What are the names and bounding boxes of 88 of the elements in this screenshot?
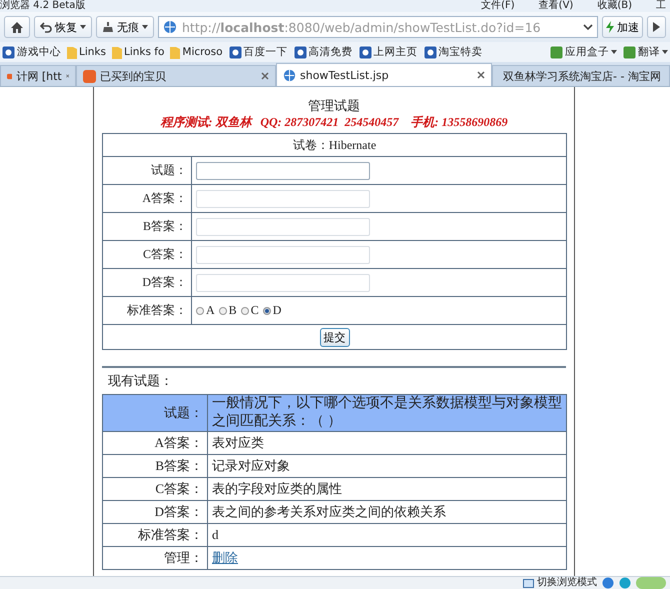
site-icon	[424, 46, 437, 58]
table-cell: 记录对应对象	[208, 454, 566, 478]
radio-option[interactable]: D	[262, 303, 282, 318]
radio-icon[interactable]	[196, 306, 204, 314]
caret-icon	[142, 25, 148, 29]
contact-notice: 程序测试: 双鱼林 QQ: 287307421 254540457 手机: 13558690869	[159, 114, 509, 130]
field-label: 标准答案：	[102, 296, 192, 324]
list-heading: 现有试题：	[108, 372, 174, 390]
private-button[interactable]: 无痕	[96, 16, 154, 38]
bookmark-link[interactable]: 游戏中心	[2, 45, 61, 59]
lightning-icon	[606, 21, 614, 33]
play-arrow-icon	[653, 22, 660, 32]
bookmark-menu[interactable]: 翻译	[623, 45, 668, 59]
globe-icon[interactable]	[619, 577, 631, 589]
dropdown-caret-icon	[583, 24, 593, 30]
undo-arrow-icon	[40, 22, 52, 32]
bookmark-link[interactable]: 高清免费	[294, 45, 353, 59]
page-globe-icon	[163, 20, 177, 34]
browser-tab[interactable]: 已买到的宝贝	[76, 65, 276, 86]
table-cell: 表对应类	[208, 432, 566, 454]
close-icon[interactable]	[477, 71, 485, 79]
caret-icon	[80, 25, 86, 29]
folder-icon	[67, 46, 77, 58]
field-label: A答案：	[102, 184, 192, 212]
browse-mode-toggle[interactable]: 切换浏览模式	[523, 577, 597, 589]
table-cell: C答案：	[102, 478, 208, 500]
caret-icon	[662, 50, 668, 54]
radio-icon[interactable]	[218, 306, 227, 314]
radio-icon[interactable]	[262, 306, 271, 314]
table-cell: D答案：	[102, 500, 208, 524]
site-icon	[358, 46, 372, 58]
home-button[interactable]	[4, 16, 30, 38]
bookmark-link[interactable]: Links fo	[112, 46, 164, 58]
exam-caption: 试卷：Hibernate	[102, 134, 566, 156]
page-heading: 管理试题	[307, 98, 361, 114]
folder-icon	[170, 46, 180, 58]
field-label: C答案：	[102, 240, 192, 268]
submit-button[interactable]: 提交	[320, 328, 350, 346]
table-cell: d	[208, 524, 566, 546]
bookmark-link[interactable]: 百度一下	[228, 45, 288, 59]
table-cell: 标准答案：	[102, 524, 208, 546]
table-cell: 试题：	[102, 394, 208, 432]
page-globe-icon	[283, 68, 296, 82]
app-box-icon	[623, 46, 636, 58]
close-icon[interactable]	[261, 72, 269, 80]
window-title: 浏览器 4.2 Beta版	[0, 0, 86, 12]
close-icon[interactable]	[66, 72, 69, 80]
bookmark-link[interactable]: Microso	[170, 46, 223, 58]
app-box-icon	[550, 46, 563, 58]
bookmark-menu[interactable]: 应用盒子	[550, 45, 617, 59]
delete-link[interactable]: 删除	[212, 550, 238, 565]
bookmark-link[interactable]: Links	[67, 46, 106, 58]
table-cell: A答案：	[102, 432, 208, 454]
home-icon	[10, 20, 24, 34]
site-icon	[228, 46, 242, 58]
radio-option[interactable]: C	[240, 303, 259, 318]
caret-icon	[611, 50, 617, 54]
table-cell: 表的字段对应类的属性	[208, 478, 566, 500]
toggle-icon[interactable]	[636, 577, 666, 589]
menu-item[interactable]: 收藏(B)	[597, 0, 632, 12]
restore-button[interactable]: 恢复	[34, 16, 92, 38]
table-cell: 一般情况下，以下哪个选项不是关系数据模型与对象模型之间匹配关系：（ ）	[208, 394, 566, 432]
browser-tab[interactable]: 计网 [htt	[0, 65, 76, 86]
field-label: B答案：	[102, 212, 192, 240]
field-label: D答案：	[102, 268, 192, 296]
radio-option[interactable]: A	[196, 303, 215, 318]
window-icon	[523, 578, 534, 588]
table-cell: B答案：	[102, 454, 208, 478]
menu-item[interactable]: 工	[656, 0, 666, 12]
browser-tab[interactable]: 双鱼林学习系统淘宝店- - 淘宝网	[492, 65, 670, 86]
bookmark-link[interactable]: 淘宝特卖	[424, 45, 483, 59]
folder-icon	[112, 46, 122, 58]
table-cell: 管理：	[102, 546, 208, 570]
shop-logo-icon	[83, 70, 96, 82]
radio-icon[interactable]	[240, 306, 249, 314]
site-icon	[2, 46, 15, 58]
field-label: 试题：	[102, 156, 192, 184]
menu-item[interactable]: 查看(V)	[538, 0, 574, 12]
broom-icon	[102, 21, 114, 33]
speed-button[interactable]: 加速	[602, 16, 643, 38]
bookmark-link[interactable]: 上网主页	[358, 45, 418, 59]
ie-icon[interactable]	[602, 577, 614, 589]
radio-option[interactable]: B	[218, 303, 237, 318]
site-icon	[294, 46, 307, 58]
table-cell: 表之间的参考关系对应类之间的依赖关系	[208, 500, 566, 524]
browser-tab[interactable]: showTestList.jsp	[276, 63, 492, 86]
input-field[interactable]	[196, 162, 370, 180]
forward-button[interactable]	[647, 16, 666, 38]
